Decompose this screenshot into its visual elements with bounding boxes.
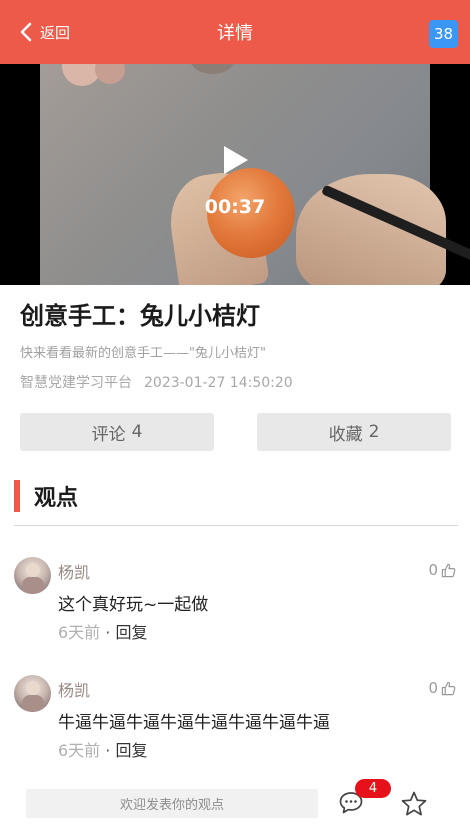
- article-title: 创意手工：兔儿小桔灯: [20, 302, 260, 330]
- section-header: 观点: [14, 479, 78, 512]
- reply-button[interactable]: 回复: [115, 741, 147, 760]
- reply-button[interactable]: 回复: [115, 623, 147, 642]
- star-icon[interactable]: [400, 790, 428, 818]
- header-bar: 返回 详情 38: [0, 0, 470, 64]
- comment-author[interactable]: 杨凯: [58, 559, 90, 583]
- favorite-button-label: 收藏: [328, 424, 363, 445]
- avatar[interactable]: [14, 557, 51, 594]
- comment-text: 牛逼牛逼牛逼牛逼牛逼牛逼牛逼牛逼: [58, 713, 330, 733]
- section-accent-bar: [14, 479, 20, 512]
- article-source: 智慧党建学习平台: [20, 375, 132, 391]
- comment-time: 6天前: [58, 623, 101, 642]
- play-icon[interactable]: [220, 144, 250, 176]
- divider: [14, 525, 458, 526]
- page-title: 详情: [217, 23, 253, 44]
- separator-dot: ·: [105, 623, 111, 642]
- article-meta: 智慧党建学习平台 2023-01-27 14:50:20: [20, 372, 293, 392]
- comment-button-label: 评论: [91, 424, 126, 445]
- like-count: 0: [428, 561, 438, 579]
- thumbs-up-icon: [441, 563, 456, 577]
- section-title: 观点: [34, 485, 79, 511]
- article-datetime: 2023-01-27 14:50:20: [144, 375, 293, 391]
- like-button[interactable]: 0: [428, 561, 456, 579]
- article-subtitle: 快来看看最新的创意手工——"兔儿小桔灯": [20, 346, 266, 361]
- comment-count: 4: [131, 422, 143, 442]
- favorite-button[interactable]: 收藏 2: [257, 413, 451, 451]
- comment-button[interactable]: 评论 4: [20, 413, 214, 451]
- chevron-left-icon: [20, 22, 32, 42]
- like-button[interactable]: 0: [428, 679, 456, 697]
- back-label: 返回: [40, 23, 71, 42]
- notification-badge[interactable]: 38: [429, 20, 458, 48]
- comment-input[interactable]: 欢迎发表你的观点: [26, 789, 318, 818]
- favorite-count: 2: [368, 422, 380, 442]
- back-button[interactable]: 返回: [18, 20, 70, 44]
- comment-footer: 6天前 · 回复: [58, 619, 147, 643]
- comment-author[interactable]: 杨凯: [58, 677, 90, 701]
- thumbs-up-icon: [441, 681, 456, 695]
- separator-dot: ·: [105, 741, 111, 760]
- comment-text: 这个真好玩~一起做: [58, 595, 209, 615]
- comment-footer: 6天前 · 回复: [58, 737, 147, 761]
- like-count: 0: [428, 679, 438, 697]
- comment-time: 6天前: [58, 741, 101, 760]
- video-player[interactable]: 00:37: [0, 64, 470, 285]
- comment-count-badge: 4: [355, 779, 391, 798]
- avatar[interactable]: [14, 675, 51, 712]
- video-duration: 00:37: [204, 196, 266, 218]
